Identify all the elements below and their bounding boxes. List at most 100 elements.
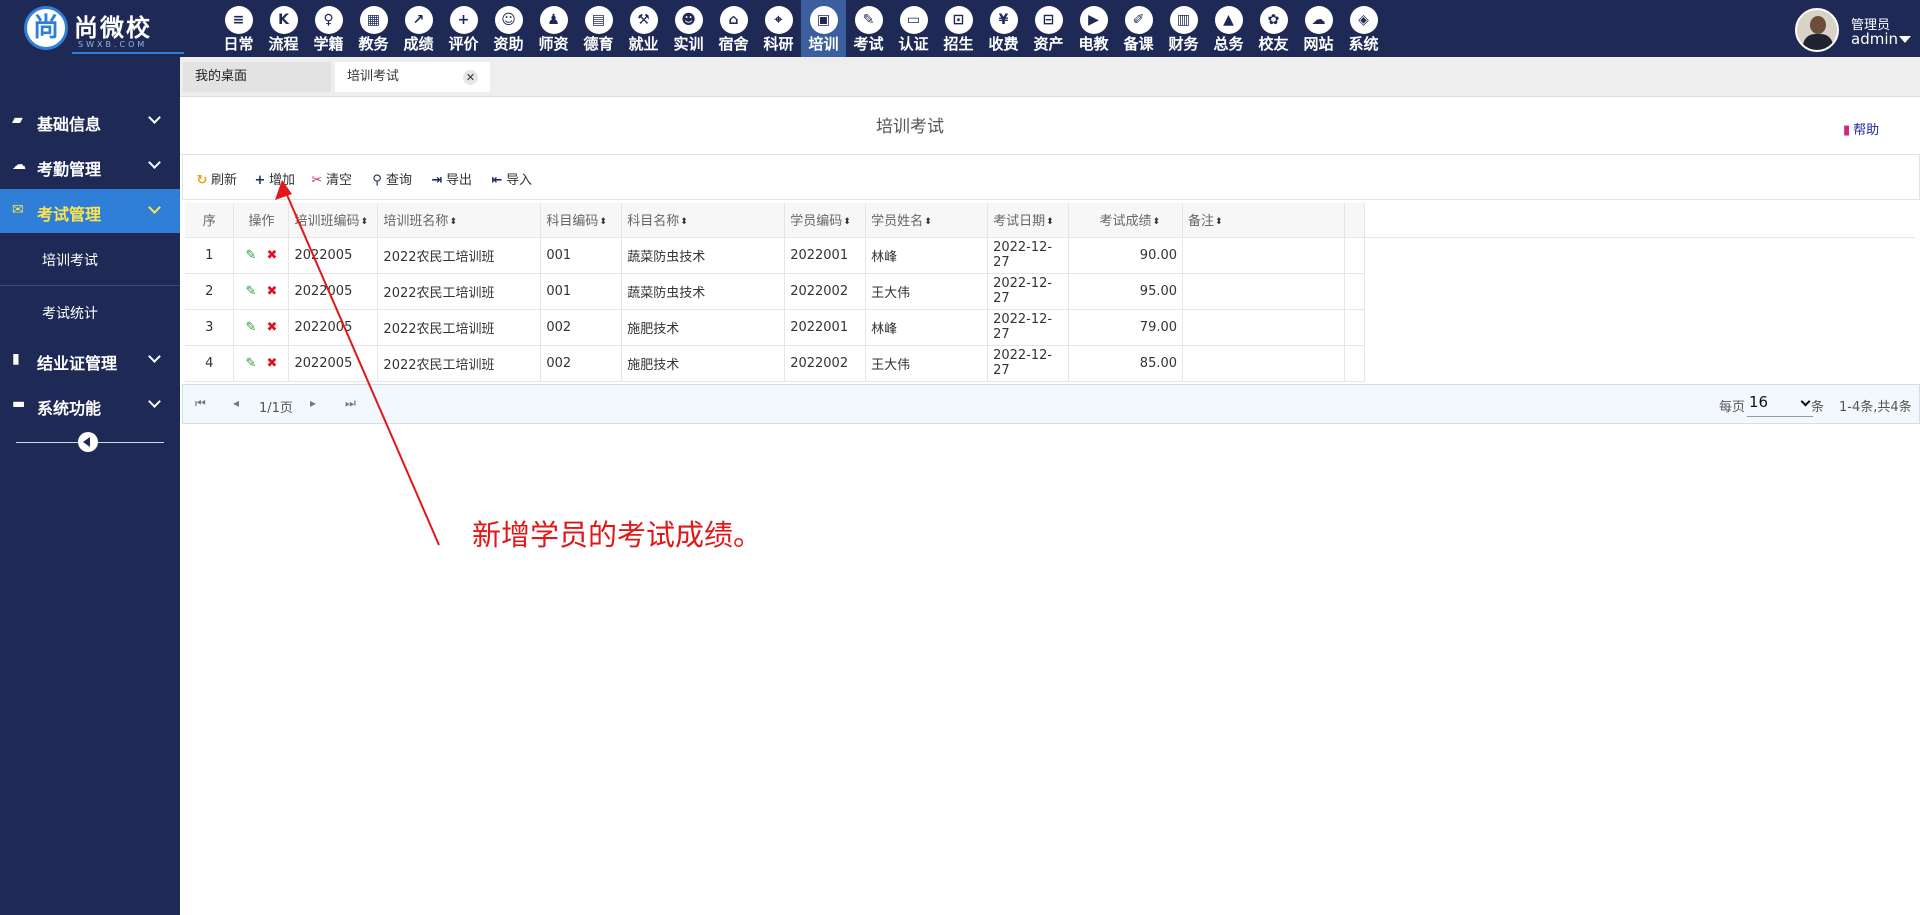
- exam-table: 序 操作 培训班编码⬍ 培训班名称⬍ 科目编码⬍ 科目名称⬍ 学员编码⬍ 学员姓…: [185, 203, 1366, 382]
- module-25[interactable]: ◈ 系统: [1341, 0, 1386, 57]
- top-bar: 尚 尚微校 SWXB.COM ≡ 日常 K 流程 ♀ 学籍 ▦ 教务 ↗ 成绩 + 评价 ☺ 资助 ♟ 师资 ▤…: [0, 0, 1920, 57]
- search-button[interactable]: ⚲ 查询: [370, 169, 412, 188]
- avatar[interactable]: [1795, 8, 1839, 52]
- table-row[interactable]: 4 ✎ ✖ 2022005 2022农民工培训班 002 施肥技术 2022002 王大伟 202…: [185, 345, 1366, 382]
- module-0[interactable]: ≡ 日常: [216, 0, 261, 57]
- module-label: 系统: [1348, 35, 1379, 53]
- module-8[interactable]: ▤ 德育: [576, 0, 621, 57]
- sort-icon: ⬍: [680, 216, 688, 227]
- delete-icon[interactable]: ✖: [266, 248, 277, 263]
- logo-mark: 尚: [24, 6, 68, 50]
- module-13[interactable]: ▣ 培训: [801, 0, 846, 57]
- next-page-icon[interactable]: ▸: [310, 396, 316, 410]
- user-name[interactable]: admin: [1851, 30, 1898, 48]
- edit-icon[interactable]: ✎: [246, 284, 257, 299]
- prev-page-icon[interactable]: ◂: [233, 396, 239, 410]
- delete-icon[interactable]: ✖: [266, 356, 277, 371]
- col-header-exam-date[interactable]: 考试日期⬍: [987, 203, 1070, 238]
- collapse-sidebar-button[interactable]: [78, 432, 98, 452]
- col-header-student-code[interactable]: 学员编码⬍: [784, 203, 867, 238]
- sidebar-group-system[interactable]: ▬ 系统功能: [0, 383, 180, 427]
- cell-actions: ✎ ✖: [233, 237, 290, 274]
- chevron-down-icon: [148, 111, 161, 124]
- sidebar-group-attendance[interactable]: ☁ 考勤管理: [0, 144, 180, 188]
- edit-icon[interactable]: ✎: [246, 356, 257, 371]
- sidebar-item-exam-statistics[interactable]: 考试统计: [0, 286, 180, 338]
- per-page-select[interactable]: 16: [1747, 391, 1813, 417]
- clear-button[interactable]: ✂ 清空: [310, 169, 352, 188]
- caret-down-icon[interactable]: [1899, 36, 1911, 43]
- module-23[interactable]: ✿ 校友: [1251, 0, 1296, 57]
- col-header-class-code[interactable]: 培训班编码⬍: [288, 203, 379, 238]
- module-12[interactable]: ⌖ 科研: [756, 0, 801, 57]
- tab-my-desktop[interactable]: 我的桌面: [183, 62, 331, 92]
- col-header-exam-score[interactable]: 考试成绩⬍: [1068, 203, 1184, 238]
- sidebar-item-training-exam[interactable]: 培训考试: [0, 233, 180, 285]
- folder-icon: ▬: [12, 396, 26, 412]
- module-label: 网站: [1303, 35, 1334, 53]
- table-row[interactable]: 3 ✎ ✖ 2022005 2022农民工培训班 002 施肥技术 2022001 林峰 2022…: [185, 309, 1366, 346]
- sidebar-group-label: 结业证管理: [37, 354, 118, 373]
- module-11[interactable]: ⌂ 宿舍: [711, 0, 756, 57]
- module-22[interactable]: ▲ 总务: [1206, 0, 1251, 57]
- col-header-student-name[interactable]: 学员姓名⬍: [865, 203, 989, 238]
- chevron-down-icon: [148, 395, 161, 408]
- module-9[interactable]: ⚒ 就业: [621, 0, 666, 57]
- module-icon: ⚒: [629, 6, 658, 34]
- module-16[interactable]: ⊡ 招生: [936, 0, 981, 57]
- sidebar-group-basic-info[interactable]: ▰ 基础信息: [0, 99, 180, 143]
- module-icon: ☻: [674, 6, 703, 34]
- edit-icon[interactable]: ✎: [246, 248, 257, 263]
- edit-icon[interactable]: ✎: [246, 320, 257, 335]
- tab-strip: 我的桌面 培训考试 ✕: [180, 57, 1920, 97]
- tab-training-exam[interactable]: 培训考试 ✕: [335, 62, 490, 92]
- add-button[interactable]: + 增加: [253, 169, 295, 188]
- module-3[interactable]: ▦ 教务: [351, 0, 396, 57]
- module-14[interactable]: ✎ 考试: [846, 0, 891, 57]
- pagination-bar: ⏮ ◂ 1/1页 ▸ ⏭ 每页 16 条 1-4条,共4条: [182, 384, 1920, 424]
- import-button[interactable]: ⇤ 导入: [490, 169, 532, 188]
- table-row[interactable]: 2 ✎ ✖ 2022005 2022农民工培训班 001 蔬菜防虫技术 2022002 王大伟 2…: [185, 273, 1366, 310]
- module-5[interactable]: + 评价: [441, 0, 486, 57]
- module-icon: ⊡: [944, 6, 973, 34]
- col-header-subject-code[interactable]: 科目编码⬍: [540, 203, 623, 238]
- module-icon: ⌂: [719, 6, 748, 34]
- module-6[interactable]: ☺ 资助: [486, 0, 531, 57]
- help-link[interactable]: ▮ 帮助: [1843, 119, 1879, 138]
- module-15[interactable]: ▭ 认证: [891, 0, 936, 57]
- delete-icon[interactable]: ✖: [266, 284, 277, 299]
- col-header-subject-name[interactable]: 科目名称⬍: [621, 203, 786, 238]
- table-row[interactable]: 1 ✎ ✖ 2022005 2022农民工培训班 001 蔬菜防虫技术 2022001 林峰 20…: [185, 237, 1366, 274]
- first-page-icon[interactable]: ⏮: [195, 396, 206, 411]
- last-page-icon[interactable]: ⏭: [345, 396, 356, 411]
- refresh-button[interactable]: ↻ 刷新: [195, 169, 237, 188]
- module-18[interactable]: ⊟ 资产: [1026, 0, 1071, 57]
- sidebar-group-certificate[interactable]: ▮ 结业证管理: [0, 338, 180, 382]
- module-20[interactable]: ✐ 备课: [1116, 0, 1161, 57]
- export-button[interactable]: ⇥ 导出: [430, 169, 472, 188]
- cell-subject-code: 002: [540, 309, 623, 346]
- cell-remarks: [1182, 309, 1345, 346]
- module-24[interactable]: ☁ 网站: [1296, 0, 1341, 57]
- module-17[interactable]: ¥ 收费: [981, 0, 1026, 57]
- file-icon: ▮: [12, 351, 20, 367]
- module-icon: ✎: [854, 6, 883, 34]
- col-header-remarks[interactable]: 备注⬍: [1182, 203, 1345, 238]
- envelope-icon: ✉: [12, 202, 24, 218]
- page-info: 1/1页: [259, 401, 293, 416]
- col-header-class-name[interactable]: 培训班名称⬍: [377, 203, 542, 238]
- module-1[interactable]: K 流程: [261, 0, 306, 57]
- sidebar-group-exam-management[interactable]: ✉ 考试管理: [0, 189, 180, 233]
- module-2[interactable]: ♀ 学籍: [306, 0, 351, 57]
- module-19[interactable]: ▶ 电教: [1071, 0, 1116, 57]
- delete-icon[interactable]: ✖: [266, 320, 277, 335]
- module-7[interactable]: ♟ 师资: [531, 0, 576, 57]
- record-count: 1-4条,共4条: [1839, 400, 1912, 415]
- module-10[interactable]: ☻ 实训: [666, 0, 711, 57]
- module-4[interactable]: ↗ 成绩: [396, 0, 441, 57]
- sidebar: ▰ 基础信息 ☁ 考勤管理 ✉ 考试管理 培训考试 考试统计 ▮ 结业证管理 ▬…: [0, 57, 180, 915]
- brand-logo[interactable]: 尚 尚微校 SWXB.COM: [22, 4, 184, 54]
- module-21[interactable]: ▥ 财务: [1161, 0, 1206, 57]
- user-menu[interactable]: 管理员 admin: [1795, 8, 1915, 52]
- close-icon[interactable]: ✕: [463, 70, 478, 85]
